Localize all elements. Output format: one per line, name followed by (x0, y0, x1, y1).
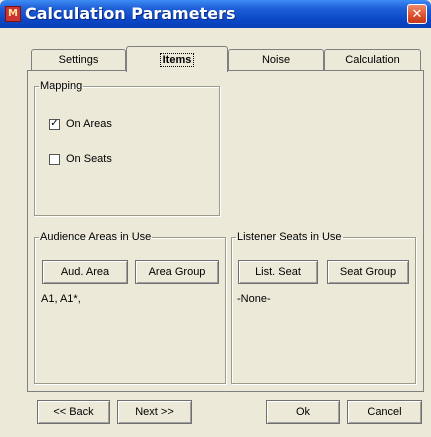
listener-seats-value: -None- (237, 293, 271, 305)
next-button[interactable]: Next >> (117, 400, 192, 424)
area-group-button[interactable]: Area Group (135, 260, 219, 284)
on-areas-option[interactable]: ✓ On Areas (49, 118, 112, 130)
items-tab-panel: Mapping ✓ On Areas On Seats Audience Are… (27, 70, 424, 392)
on-areas-label: On Areas (66, 118, 112, 130)
audience-areas-value: A1, A1*, (41, 293, 81, 305)
cancel-button[interactable]: Cancel (347, 400, 422, 424)
seat-group-button[interactable]: Seat Group (327, 260, 409, 284)
list-seat-button[interactable]: List. Seat (238, 260, 318, 284)
calculation-parameters-dialog: M Calculation Parameters ✕ Settings Item… (0, 0, 431, 437)
app-icon: M (5, 6, 21, 22)
tab-calculation[interactable]: Calculation (324, 49, 421, 71)
title-bar[interactable]: M Calculation Parameters ✕ (0, 0, 431, 28)
listener-seats-label: Listener Seats in Use (237, 231, 342, 243)
audience-areas-group: Audience Areas in Use Aud. Area Area Gro… (34, 231, 226, 384)
on-seats-label: On Seats (66, 153, 112, 165)
back-button[interactable]: << Back (37, 400, 110, 424)
listener-seats-group: Listener Seats in Use List. Seat Seat Gr… (231, 231, 416, 384)
mapping-group: Mapping ✓ On Areas On Seats (34, 80, 220, 216)
aud-area-button[interactable]: Aud. Area (42, 260, 128, 284)
tab-settings[interactable]: Settings (31, 49, 126, 71)
on-areas-checkbox[interactable]: ✓ (49, 118, 60, 130)
tab-items[interactable]: Items (126, 46, 228, 72)
close-icon[interactable]: ✕ (407, 4, 427, 24)
window-title: Calculation Parameters (25, 4, 236, 23)
on-seats-checkbox[interactable] (49, 153, 60, 165)
on-seats-option[interactable]: On Seats (49, 153, 112, 165)
ok-button[interactable]: Ok (266, 400, 340, 424)
tab-noise[interactable]: Noise (228, 49, 324, 71)
audience-areas-label: Audience Areas in Use (40, 231, 152, 243)
mapping-group-label: Mapping (40, 80, 83, 92)
